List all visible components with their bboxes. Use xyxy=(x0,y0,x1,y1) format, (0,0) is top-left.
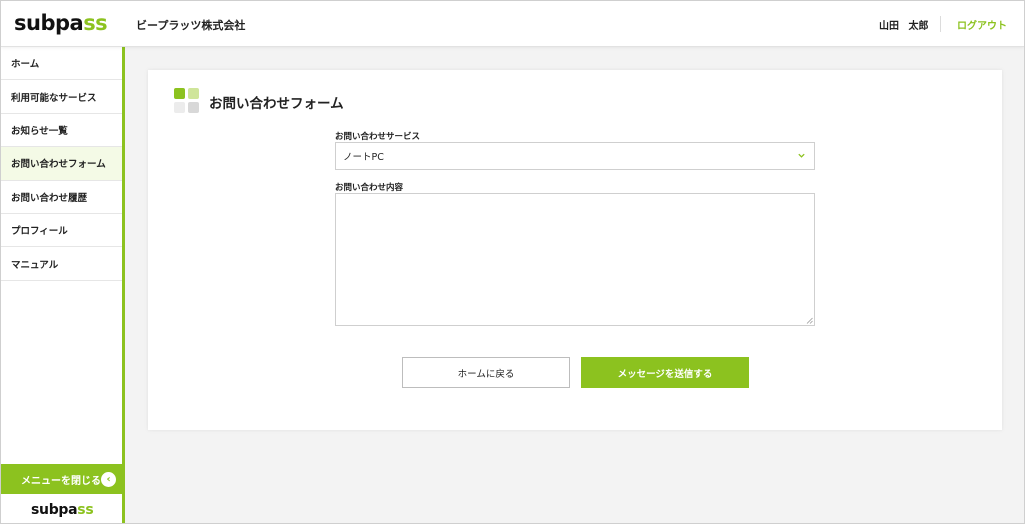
service-selected-value: ノートPC xyxy=(343,152,384,163)
content-label: お問い合わせ内容 xyxy=(335,183,404,193)
sidebar-item[interactable]: 利用可能なサービス xyxy=(1,80,122,114)
close-menu-label: メニューを閉じる xyxy=(21,475,101,487)
sidebar-logo: subpass xyxy=(31,502,94,518)
logout-link[interactable]: ログアウト xyxy=(957,17,1007,32)
back-to-home-button[interactable]: ホームに戻る xyxy=(402,357,570,388)
chevron-down-icon xyxy=(798,153,805,158)
user-name: 山田 太郎 xyxy=(879,21,929,32)
sidebar-item[interactable]: ホーム xyxy=(1,47,122,81)
top-header: subpass ビープラッツ株式会社 山田 太郎 ログアウト xyxy=(1,1,1024,47)
header-divider xyxy=(940,16,941,32)
chevron-left-icon: ‹ xyxy=(101,472,116,487)
grid-icon xyxy=(174,88,199,113)
service-label: お問い合わせサービス xyxy=(335,132,421,142)
sidebar-item[interactable]: お問い合わせフォーム xyxy=(1,147,122,181)
sidebar-item[interactable]: お知らせ一覧 xyxy=(1,114,122,148)
company-name: ビープラッツ株式会社 xyxy=(136,19,246,32)
sidebar: ホーム 利用可能なサービス お知らせ一覧 お問い合わせフォーム お問い合わせ履歴 プロフィ… xyxy=(1,47,125,523)
app-window: subpass ビープラッツ株式会社 山田 太郎 ログアウト ホーム 利用可能なサ… xyxy=(0,0,1025,524)
content-textarea[interactable] xyxy=(335,193,815,326)
service-select[interactable]: ノートPC xyxy=(335,142,815,170)
page-title: お問い合わせフォーム xyxy=(209,96,344,112)
close-menu-button[interactable]: メニューを閉じる ‹ xyxy=(1,464,122,494)
send-message-button[interactable]: メッセージを送信する xyxy=(581,357,749,388)
contact-form-card: お問い合わせフォーム お問い合わせサービス ノートPC お問い合わせ内容 ホーム… xyxy=(148,70,1002,430)
sidebar-item[interactable]: プロフィール xyxy=(1,214,122,248)
sidebar-item[interactable]: マニュアル xyxy=(1,247,122,281)
sidebar-menu: ホーム 利用可能なサービス お知らせ一覧 お問い合わせフォーム お問い合わせ履歴 プロフィ… xyxy=(1,47,122,281)
resize-grip-icon[interactable] xyxy=(806,317,813,324)
subpass-logo[interactable]: subpass xyxy=(14,12,108,34)
sidebar-item[interactable]: お問い合わせ履歴 xyxy=(1,181,122,214)
